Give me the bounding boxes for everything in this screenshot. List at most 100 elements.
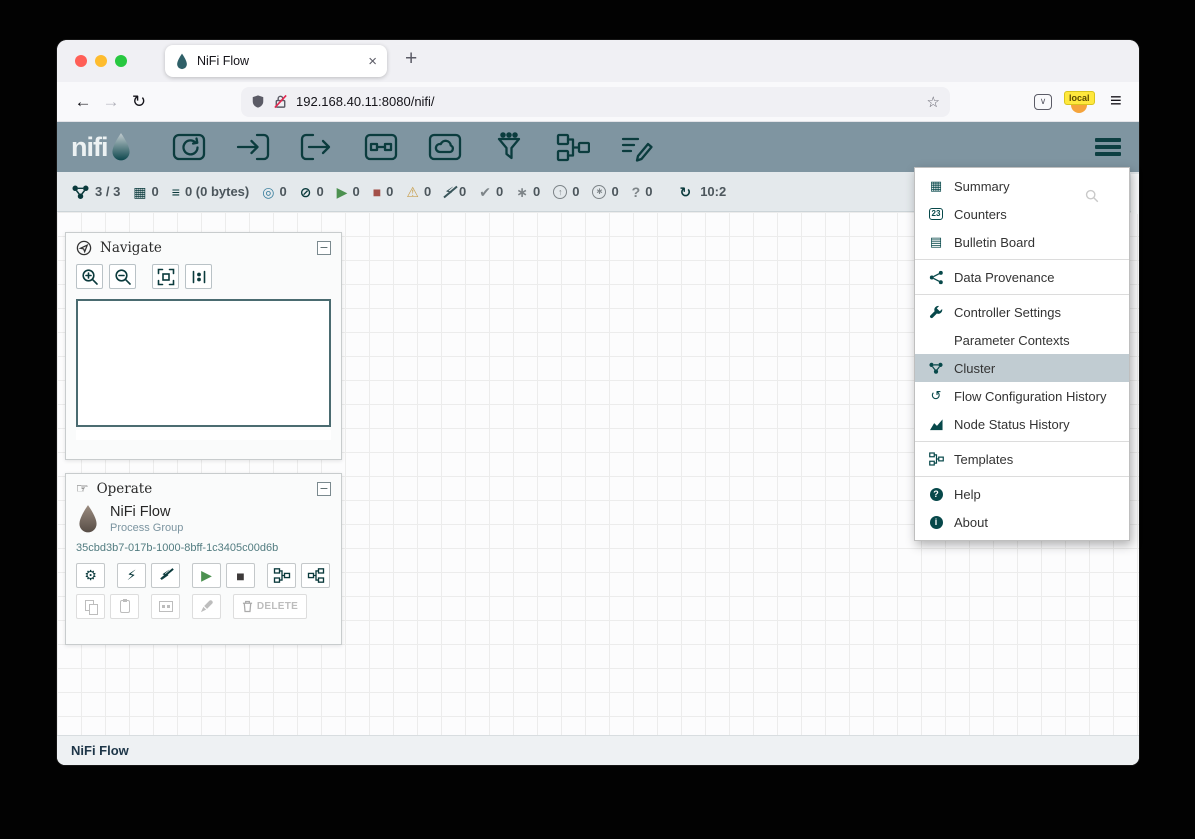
search-icon[interactable] — [1085, 189, 1099, 208]
tab-title: NiFi Flow — [197, 54, 360, 68]
operate-panel: ☞ Operate − — [65, 473, 342, 645]
locally-modified-stale: ∗ 0 — [592, 184, 618, 199]
input-port-icon[interactable] — [234, 130, 272, 164]
menu-item-parameter-contexts[interactable]: Parameter Contexts — [915, 326, 1129, 354]
cluster-status: 3 / 3 — [71, 184, 120, 200]
menu-item-label: Controller Settings — [954, 305, 1061, 320]
url-bar[interactable]: 192.168.40.11 :8080/nifi/ ☆ — [241, 87, 950, 117]
menu-item-controller-settings[interactable]: Controller Settings — [915, 298, 1129, 326]
process-group-icon[interactable] — [362, 130, 400, 164]
menu-item-label: Summary — [954, 179, 1010, 194]
zoom-out-button[interactable] — [109, 264, 136, 289]
locally-modified-icon: ∗ — [516, 185, 528, 199]
count: 0 — [496, 184, 503, 199]
menu-item-flow-configuration-history[interactable]: ↺ Flow Configuration History — [915, 382, 1129, 410]
zoom-in-button[interactable] — [76, 264, 103, 289]
browser-tab[interactable]: NiFi Flow × — [165, 45, 387, 77]
configuration-button[interactable]: ⚙ — [76, 563, 105, 588]
new-tab-button[interactable]: + — [405, 47, 417, 71]
url-path: :8080/nifi/ — [378, 94, 434, 109]
gear-icon: ⚙ — [84, 567, 97, 584]
operate-hand-icon: ☞ — [76, 481, 89, 497]
operate-title: Operate — [97, 481, 153, 497]
label-icon[interactable] — [618, 130, 656, 164]
browser-nav-bar: ← → ↻ 192.168.40.11 :8080/nifi/ ☆ ∨ — [57, 82, 1139, 122]
queued: ≡ 0 (0 bytes) — [172, 184, 249, 199]
create-template-button[interactable] — [301, 563, 330, 588]
breadcrumb-root[interactable]: NiFi Flow — [71, 743, 129, 758]
menu-item-node-status-history[interactable]: Node Status History — [915, 410, 1129, 438]
sync-failure-icon: ? — [632, 185, 641, 199]
upload-template-icon — [273, 568, 291, 583]
tab-close-icon[interactable]: × — [368, 54, 377, 69]
menu-item-label: Templates — [954, 452, 1013, 467]
navigate-panel: Navigate − — [65, 232, 342, 460]
minimap-scrollbar[interactable] — [76, 430, 331, 440]
count: 0 — [533, 184, 540, 199]
zoom-actual-size-button[interactable] — [185, 264, 212, 289]
nifi-global-menu-icon[interactable] — [1095, 138, 1121, 156]
processor-icon[interactable] — [170, 130, 208, 164]
start-button[interactable]: ▶ — [192, 563, 221, 588]
funnel-icon[interactable] — [490, 130, 528, 164]
stopped: ■ 0 — [373, 184, 394, 199]
bulletin-note-icon: ▤ — [927, 234, 945, 250]
menu-item-data-provenance[interactable]: Data Provenance — [915, 263, 1129, 291]
forward-icon[interactable]: → — [97, 92, 125, 112]
count: 0 — [459, 184, 466, 199]
nifi-logo-text: nifi — [71, 132, 108, 163]
collapse-operate-button[interactable]: − — [317, 482, 331, 496]
profile-badge[interactable]: local — [1060, 89, 1100, 115]
collapse-navigate-button[interactable]: − — [317, 241, 331, 255]
count: 0 — [386, 184, 393, 199]
stop-button[interactable]: ■ — [226, 563, 255, 588]
reload-icon[interactable]: ↻ — [125, 92, 153, 112]
nifi-logo-drop-icon — [110, 132, 132, 162]
zoom-fit-button[interactable] — [152, 264, 179, 289]
remote-process-group-icon[interactable] — [426, 130, 464, 164]
menu-item-about[interactable]: i About — [915, 508, 1129, 536]
browser-menu-icon[interactable]: ≡ — [1110, 90, 1122, 113]
stopped-icon: ■ — [373, 185, 381, 199]
shield-icon[interactable] — [251, 94, 265, 109]
navigate-buttons — [66, 261, 341, 297]
menu-item-label: Counters — [954, 207, 1007, 222]
stale-icon: ↑ — [553, 185, 567, 199]
group-button[interactable] — [151, 594, 180, 619]
menu-item-label: About — [954, 515, 988, 530]
active-threads: ▦ 0 — [133, 184, 158, 199]
play-icon: ▶ — [201, 567, 212, 584]
pocket-icon[interactable]: ∨ — [1034, 94, 1052, 110]
maximize-window-button[interactable] — [115, 55, 127, 67]
menu-item-help[interactable]: ? Help — [915, 480, 1129, 508]
upload-template-button[interactable] — [267, 563, 296, 588]
operate-body: NiFi Flow Process Group 35cbd3b7-017b-10… — [66, 502, 341, 627]
about-icon: i — [927, 516, 945, 529]
disable-button[interactable]: ⚡ — [151, 563, 180, 588]
insecure-lock-icon[interactable] — [273, 94, 288, 109]
menu-item-templates[interactable]: Templates — [915, 445, 1129, 473]
component-id: 35cbd3b7-017b-1000-8bff-1c3405c00d6b — [76, 542, 331, 554]
count: 0 — [645, 184, 652, 199]
trash-icon — [242, 600, 253, 613]
process-group-drop-icon — [76, 504, 100, 534]
paste-button[interactable] — [110, 594, 139, 619]
minimize-window-button[interactable] — [95, 55, 107, 67]
up-to-date-icon: ✔ — [479, 185, 491, 199]
refresh-icon[interactable]: ↻ — [679, 185, 691, 199]
back-icon[interactable]: ← — [69, 92, 97, 112]
enable-button[interactable]: ⚡ — [117, 563, 146, 588]
copy-button[interactable] — [76, 594, 105, 619]
close-window-button[interactable] — [75, 55, 87, 67]
lightning-slash-icon: ⚡ — [161, 567, 171, 584]
nifi-global-menu: ▦ Summary 23 Counters ▤ Bulletin Board D… — [914, 167, 1130, 541]
fill-color-button[interactable] — [192, 594, 221, 619]
menu-item-cluster[interactable]: Cluster — [915, 354, 1129, 382]
bookmark-star-icon[interactable]: ☆ — [927, 93, 940, 111]
template-icon[interactable] — [554, 130, 592, 164]
menu-item-bulletin-board[interactable]: ▤ Bulletin Board — [915, 228, 1129, 256]
delete-button[interactable]: DELETE — [233, 594, 307, 619]
birdseye-minimap[interactable] — [76, 299, 331, 427]
component-type: Process Group — [110, 522, 183, 534]
output-port-icon[interactable] — [298, 130, 336, 164]
